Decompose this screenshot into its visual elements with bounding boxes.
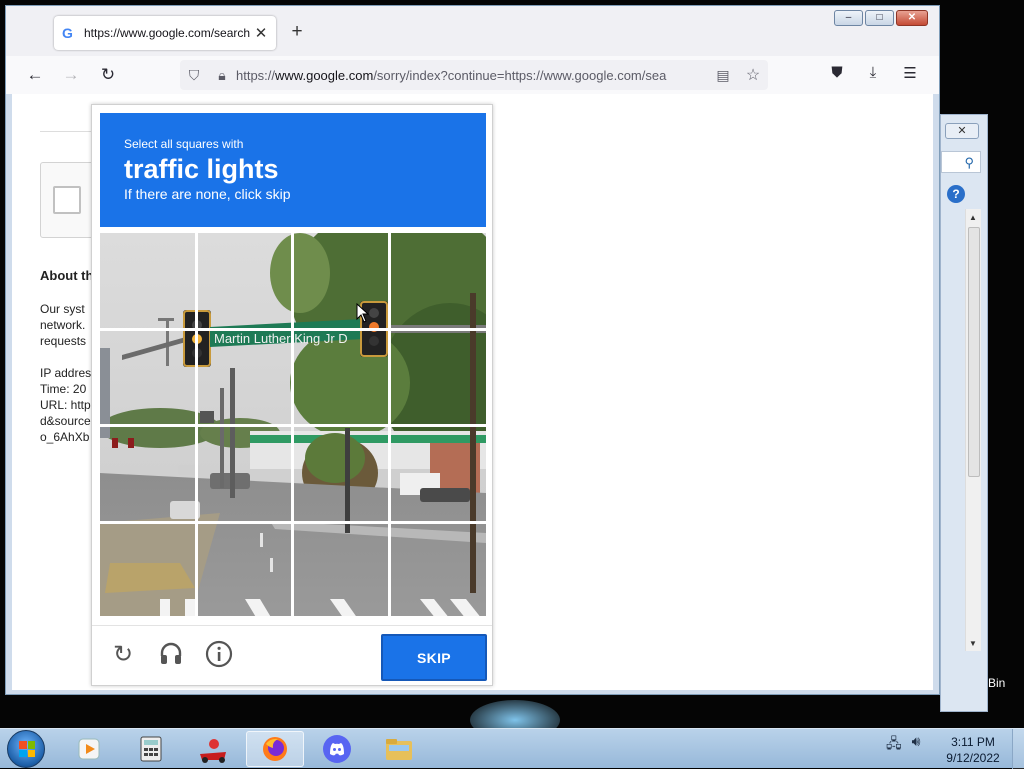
background-window-search-box[interactable]: ⚲ <box>941 151 981 173</box>
page-text-line: requests <box>40 334 87 348</box>
ip-address-line: IP addres <box>40 366 92 380</box>
captcha-tile[interactable] <box>197 523 294 620</box>
tab-strip: G https://www.google.com/search ✕ + – □ … <box>6 6 939 56</box>
tab-close-icon[interactable]: ✕ <box>254 24 268 42</box>
captcha-tile[interactable] <box>100 330 197 427</box>
address-bar[interactable]: ⛉ 🔒︎ https://www.google.com/sorry/index?… <box>180 60 768 90</box>
new-tab-button[interactable]: + <box>286 20 308 44</box>
reload-icon[interactable]: ↻ <box>97 64 119 86</box>
close-window-button[interactable]: ✕ <box>896 10 928 26</box>
recycle-bin-label[interactable]: Bin <box>988 676 1005 690</box>
skip-button[interactable]: SKIP <box>381 634 487 681</box>
forward-arrow-icon[interactable]: → <box>60 64 82 86</box>
captcha-tile[interactable] <box>390 523 487 620</box>
menu-hamburger-icon[interactable]: ☰ <box>899 64 921 82</box>
background-window-close-button[interactable]: ✕ <box>945 123 979 139</box>
navigation-toolbar: ← → ↻ ⛉ 🔒︎ https://www.google.com/sorry/… <box>6 56 939 94</box>
back-arrow-icon[interactable]: ← <box>24 64 46 86</box>
recaptcha-challenge-dialog: Select all squares with traffic lights I… <box>91 104 493 686</box>
tab-google-search[interactable]: G https://www.google.com/search ✕ <box>54 16 276 50</box>
reader-view-icon[interactable]: ▤ <box>708 67 738 84</box>
volume-icon[interactable]: 🔊︎ <box>912 733 921 757</box>
minimize-button[interactable]: – <box>834 10 863 26</box>
scrollbar-thumb[interactable] <box>968 227 980 477</box>
captcha-tile[interactable] <box>197 330 294 427</box>
taskbar-game[interactable] <box>184 731 242 767</box>
url-line: URL: http <box>40 398 91 412</box>
maximize-button[interactable]: □ <box>865 10 894 26</box>
info-icon[interactable] <box>204 640 234 670</box>
captcha-tile[interactable] <box>390 330 487 427</box>
bookmark-star-icon[interactable]: ☆ <box>738 65 768 85</box>
page-text-line: Our syst <box>40 302 85 316</box>
calculator-icon[interactable] <box>138 735 164 763</box>
show-desktop-button[interactable] <box>1012 729 1024 769</box>
captcha-tile[interactable] <box>100 233 197 330</box>
windows-logo-icon <box>19 741 35 757</box>
url-text[interactable]: https://www.google.com/sorry/index?conti… <box>236 68 708 83</box>
captcha-tile[interactable] <box>293 426 390 523</box>
captcha-tile[interactable] <box>293 233 390 330</box>
taskbar: 🖧︎ 🔊︎ 3:11 PM 9/12/2022 <box>0 728 1024 769</box>
url-continued-line: d&source <box>40 414 91 428</box>
recaptcha-checkbox[interactable] <box>53 186 81 214</box>
clock-time: 3:11 PM <box>951 735 995 749</box>
headphones-icon[interactable] <box>158 640 184 666</box>
captcha-tile[interactable] <box>390 426 487 523</box>
captcha-tile[interactable] <box>100 523 197 620</box>
scroll-up-arrow-icon[interactable]: ▲ <box>969 213 977 222</box>
taskbar-media-player[interactable] <box>60 731 118 767</box>
taskbar-file-explorer[interactable] <box>370 731 428 767</box>
skip-hint-text: If there are none, click skip <box>124 186 291 202</box>
time-line: Time: 20 <box>40 382 87 396</box>
audio-challenge-icon[interactable] <box>156 640 186 670</box>
discord-icon[interactable] <box>322 734 352 764</box>
firefox-icon[interactable] <box>260 734 290 764</box>
captcha-tile[interactable] <box>100 426 197 523</box>
google-favicon-icon: G <box>62 25 73 41</box>
desktop-wallpaper-glow <box>470 700 560 728</box>
mouse-cursor-icon <box>356 303 370 323</box>
desktop: Bin ✕ ⚲ ? ▲ ▼ G https://www.google.com/s… <box>0 0 1024 728</box>
downloads-icon[interactable]: ⤓ <box>862 64 884 81</box>
url-continued-line: o_6AhXb <box>40 430 90 444</box>
captcha-tile[interactable] <box>197 426 294 523</box>
start-button[interactable] <box>7 730 45 768</box>
search-icon[interactable]: ⚲ <box>964 155 974 171</box>
instruction-text: Select all squares with <box>124 137 244 151</box>
tab-title: https://www.google.com/search <box>84 26 251 40</box>
info-circle-icon[interactable] <box>205 640 233 668</box>
lock-icon[interactable]: 🔒︎ <box>208 67 236 84</box>
help-icon[interactable]: ? <box>947 185 965 203</box>
background-window-scrollbar[interactable] <box>965 209 981 651</box>
media-player-icon[interactable] <box>75 735 103 763</box>
captcha-tile[interactable] <box>390 233 487 330</box>
captcha-tile[interactable] <box>293 523 390 620</box>
captcha-tile[interactable] <box>197 233 294 330</box>
page-text-line: network. <box>40 318 86 332</box>
taskbar-calculator[interactable] <box>122 731 180 767</box>
captcha-footer: ↻ SKIP <box>92 625 492 685</box>
tracking-shield-icon[interactable]: ⛉ <box>180 67 208 84</box>
network-icon[interactable]: 🖧︎ <box>886 733 902 757</box>
about-heading: About th <box>40 268 94 283</box>
captcha-instructions: Select all squares with traffic lights I… <box>100 113 486 227</box>
pocket-icon[interactable]: ⛊ <box>826 64 848 81</box>
folder-icon[interactable] <box>383 735 415 763</box>
scroll-down-arrow-icon[interactable]: ▼ <box>969 639 977 648</box>
window-controls: – □ ✕ <box>834 10 928 26</box>
target-object-text: traffic lights <box>124 154 279 184</box>
captcha-image-grid: Martin Luther King Jr D <box>100 233 486 619</box>
system-tray: 🖧︎ 🔊︎ <box>886 733 920 757</box>
taskbar-discord[interactable] <box>308 731 366 767</box>
clock-date: 9/12/2022 <box>946 751 1000 765</box>
reload-challenge-icon[interactable]: ↻ <box>108 640 138 670</box>
taskbar-firefox[interactable] <box>246 731 304 767</box>
kart-game-icon[interactable] <box>196 734 230 764</box>
clock[interactable]: 3:11 PM 9/12/2022 <box>936 734 1010 766</box>
background-window[interactable]: ✕ ⚲ ? ▲ ▼ <box>940 114 988 712</box>
captcha-tile[interactable] <box>293 330 390 427</box>
